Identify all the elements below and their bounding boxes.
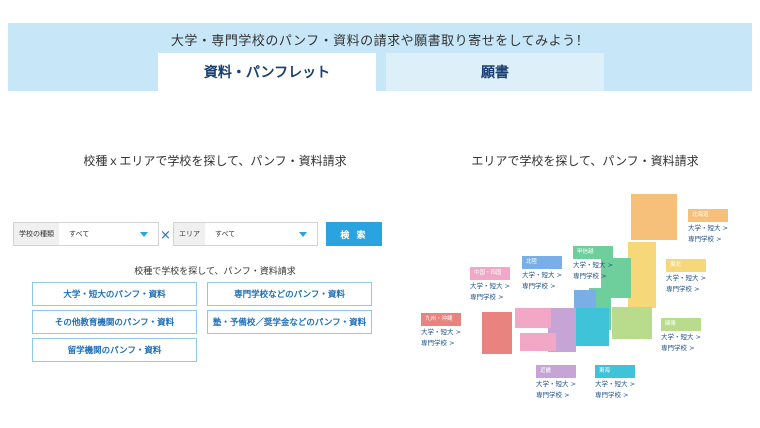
region-hokkaido: 北海道 大学・短大 > 専門学校 > [688, 209, 728, 245]
kanto-vocational-link[interactable]: 専門学校 > [661, 343, 701, 354]
map-kyushu[interactable] [482, 312, 512, 354]
region-tag-kinki: 近畿 [536, 365, 576, 378]
region-tag-kyushu-okinawa: 九州・沖縄 [421, 313, 461, 326]
region-tag-hokuriku: 北陸 [522, 256, 562, 269]
kinki-vocational-link[interactable]: 専門学校 > [536, 390, 576, 401]
kyushu-okinawa-university-link[interactable]: 大学・短大 > [421, 327, 461, 338]
kyushu-okinawa-vocational-link[interactable]: 専門学校 > [421, 338, 461, 349]
tokai-university-link[interactable]: 大学・短大 > [595, 379, 635, 390]
japan-map [482, 194, 677, 354]
map-tohoku[interactable] [628, 242, 656, 308]
map-hokkaido[interactable] [631, 194, 677, 240]
region-chugoku-shikoku: 中国・四国 大学・短大 > 専門学校 > [470, 267, 510, 303]
region-tag-tokai: 東海 [595, 365, 635, 378]
hokuriku-vocational-link[interactable]: 専門学校 > [522, 281, 562, 292]
hokkaido-university-link[interactable]: 大学・短大 > [688, 223, 728, 234]
region-hokuriku: 北陸 大学・短大 > 専門学校 > [522, 256, 562, 292]
tohoku-university-link[interactable]: 大学・短大 > [666, 273, 706, 284]
region-kinki: 近畿 大学・短大 > 専門学校 > [536, 365, 576, 401]
map-tokai[interactable] [573, 308, 609, 346]
hokuriku-university-link[interactable]: 大学・短大 > [522, 270, 562, 281]
kinki-university-link[interactable]: 大学・短大 > [536, 379, 576, 390]
region-tohoku: 東北 大学・短大 > 専門学校 > [666, 259, 706, 295]
region-tokai: 東海 大学・短大 > 専門学校 > [595, 365, 635, 401]
region-tag-kanto: 関東 [661, 318, 701, 331]
region-tag-tohoku: 東北 [666, 259, 706, 272]
hokkaido-vocational-link[interactable]: 専門学校 > [688, 234, 728, 245]
chugoku-shikoku-vocational-link[interactable]: 専門学校 > [470, 292, 510, 303]
region-tag-koshinetsu: 甲信越 [573, 246, 613, 259]
region-kanto: 関東 大学・短大 > 専門学校 > [661, 318, 701, 354]
map-chugoku[interactable] [515, 308, 551, 328]
kanto-university-link[interactable]: 大学・短大 > [661, 332, 701, 343]
page: 大学・専門学校のパンフ・資料の請求や願書取り寄せをしてみよう！ 資料・パンフレッ… [0, 0, 760, 428]
koshinetsu-university-link[interactable]: 大学・短大 > [573, 260, 613, 271]
map-shikoku[interactable] [520, 333, 556, 351]
tohoku-vocational-link[interactable]: 専門学校 > [666, 284, 706, 295]
map-hokuriku[interactable] [574, 290, 596, 310]
region-tag-hokkaido: 北海道 [688, 209, 728, 222]
tokai-vocational-link[interactable]: 専門学校 > [595, 390, 635, 401]
region-koshinetsu: 甲信越 大学・短大 > 専門学校 > [573, 246, 613, 282]
koshinetsu-vocational-link[interactable]: 専門学校 > [573, 271, 613, 282]
region-kyushu-okinawa: 九州・沖縄 大学・短大 > 専門学校 > [421, 313, 461, 349]
region-tag-chugoku-shikoku: 中国・四国 [470, 267, 510, 280]
chugoku-shikoku-university-link[interactable]: 大学・短大 > [470, 281, 510, 292]
map-kanto[interactable] [612, 307, 652, 339]
